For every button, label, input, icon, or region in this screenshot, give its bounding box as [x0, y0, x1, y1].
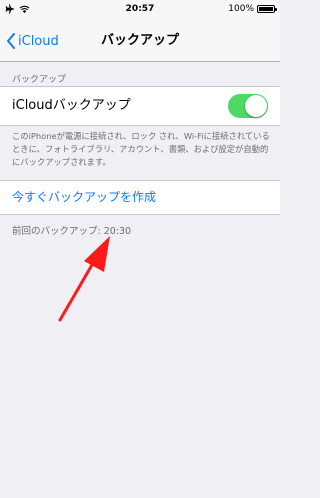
last-backup-text: 前回のバックアップ: 20:30 — [12, 226, 132, 237]
section-header: バックアップ — [12, 75, 67, 85]
icloud-backup-toggle[interactable] — [228, 94, 268, 118]
backup-now-button[interactable]: 今すぐバックアップを作成 — [12, 181, 156, 214]
status-right: 100% — [228, 4, 277, 14]
backup-now-row[interactable]: 今すぐバックアップを作成 — [0, 180, 280, 215]
icloud-backup-label: iCloudバックアップ — [12, 98, 131, 113]
battery-percent: 100% — [228, 4, 254, 14]
section-footer: このiPhoneが電源に接続され、ロック され、Wi-Fiに接続されているときに… — [12, 131, 270, 167]
status-bar: 20:57 100% — [0, 0, 280, 20]
page-title: バックアップ — [100, 33, 179, 48]
icloud-backup-row: iCloudバックアップ — [0, 86, 280, 126]
battery-icon — [257, 5, 277, 13]
navigation-bar: iCloud バックアップ — [0, 20, 280, 62]
toggle-knob — [245, 95, 267, 117]
